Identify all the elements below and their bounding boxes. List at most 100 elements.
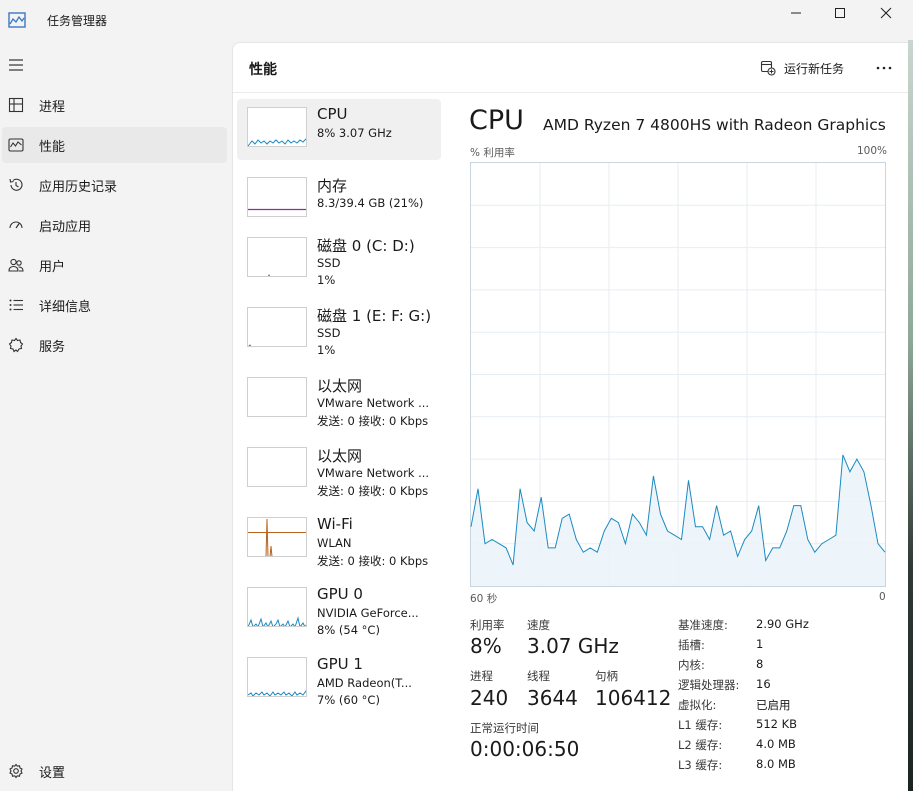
cpu-heading: CPU [469, 105, 524, 136]
device-name: 磁盘 1 (E: F: G:) [317, 307, 432, 325]
speed-value: 3.07 GHz [527, 634, 619, 658]
sidebar-item-startup[interactable]: 启动应用 [2, 207, 227, 243]
memory-thumbnail [247, 177, 307, 217]
spec-label: 内核: [678, 658, 705, 672]
device-adapter: WLAN [317, 536, 352, 550]
uptime-label: 正常运行时间 [470, 721, 539, 735]
x-axis-start-label: 60 秒 [470, 593, 498, 605]
sidebar-item-label: 用户 [39, 259, 66, 275]
device-ethernet-2[interactable]: 以太网 VMware Network ... 发送: 0 接收: 0 Kbps [237, 439, 441, 500]
cpu-model-name: AMD Ryzen 7 4800HS with Radeon Graphics [543, 116, 886, 134]
sidebar-item-label: 服务 [39, 339, 66, 355]
cpu-utilization-graph [470, 162, 886, 587]
users-icon [7, 256, 25, 274]
sidebar-item-app-history[interactable]: 应用历史记录 [2, 167, 227, 203]
disk-0-thumbnail [247, 237, 307, 277]
run-task-icon [760, 60, 776, 76]
sidebar-item-performance[interactable]: 性能 [2, 127, 227, 163]
panel-header: 性能 运行新任务 [233, 43, 913, 93]
gear-icon [7, 762, 25, 780]
startup-icon [7, 216, 25, 234]
device-memory[interactable]: 内存 8.3/39.4 GB (21%) [237, 169, 441, 230]
device-usage: 1% [317, 343, 336, 357]
spec-value: 已启用 [756, 698, 791, 712]
device-detail: 8.3/39.4 GB (21%) [317, 196, 424, 210]
spec-label: 逻辑处理器: [678, 678, 740, 692]
sidebar-item-settings[interactable]: 设置 [2, 753, 227, 789]
device-type: SSD [317, 256, 341, 270]
device-detail: 8% 3.07 GHz [317, 126, 392, 140]
device-model: NVIDIA GeForce... [317, 606, 419, 620]
minimize-icon [791, 12, 801, 14]
more-options-button[interactable] [871, 57, 897, 79]
sidebar-item-services[interactable]: 服务 [2, 327, 227, 363]
chart-icon [8, 12, 26, 28]
app-title: 任务管理器 [47, 14, 108, 28]
sidebar-item-label: 进程 [39, 99, 66, 115]
spec-value: 4.0 MB [756, 737, 796, 751]
spec-label: 插槽: [678, 638, 705, 652]
device-name: 以太网 [317, 447, 363, 465]
app-history-icon [7, 176, 25, 194]
run-new-task-button[interactable]: 运行新任务 [760, 57, 844, 79]
device-name: GPU 1 [317, 655, 363, 673]
more-icon [876, 66, 892, 70]
page-title: 性能 [249, 62, 277, 78]
device-wifi[interactable]: Wi-Fi WLAN 发送: 0 接收: 0 Kbps [237, 509, 441, 570]
device-name: Wi-Fi [317, 515, 353, 533]
device-gpu-0[interactable]: GPU 0 NVIDIA GeForce... 8% (54 °C) [237, 579, 441, 640]
spec-label: L2 缓存: [678, 738, 723, 752]
device-usage: 7% (60 °C) [317, 693, 380, 707]
sidebar-item-users[interactable]: 用户 [2, 247, 227, 283]
maximize-button[interactable] [817, 0, 863, 26]
device-cpu[interactable]: CPU 8% 3.07 GHz [237, 99, 441, 160]
spec-value: 2.90 GHz [756, 617, 809, 631]
device-model: AMD Radeon(T... [317, 676, 412, 690]
device-ethernet-1[interactable]: 以太网 VMware Network ... 发送: 0 接收: 0 Kbps [237, 369, 441, 430]
device-gpu-1[interactable]: GPU 1 AMD Radeon(T... 7% (60 °C) [237, 649, 441, 710]
spec-label: 基准速度: [678, 618, 728, 632]
ethernet-1-thumbnail [247, 377, 307, 417]
processes-value: 240 [470, 686, 509, 710]
details-icon [7, 296, 25, 314]
handles-value: 106412 [595, 686, 672, 710]
sidebar-item-label: 详细信息 [39, 299, 92, 315]
close-button[interactable] [863, 0, 909, 26]
device-name: GPU 0 [317, 585, 363, 603]
spec-label: 虚拟化: [678, 698, 717, 712]
performance-icon [7, 136, 25, 154]
sidebar-item-processes[interactable]: 进程 [2, 87, 227, 123]
cpu-thumbnail [247, 107, 307, 147]
hamburger-menu-icon[interactable] [8, 58, 24, 72]
device-name: 磁盘 0 (C: D:) [317, 237, 415, 255]
minimize-button[interactable] [773, 0, 819, 26]
services-icon [7, 336, 25, 354]
speed-label: 速度 [527, 618, 550, 632]
device-adapter: VMware Network ... [317, 396, 430, 410]
wifi-thumbnail [247, 517, 307, 557]
device-throughput: 发送: 0 接收: 0 Kbps [317, 554, 429, 568]
sidebar-item-details[interactable]: 详细信息 [2, 287, 227, 323]
settings-label: 设置 [39, 765, 66, 781]
device-disk-1[interactable]: 磁盘 1 (E: F: G:) SSD 1% [237, 299, 441, 360]
desktop-edge [908, 40, 913, 791]
y-axis-label: % 利用率 [470, 147, 515, 159]
run-task-label: 运行新任务 [784, 61, 845, 76]
device-throughput: 发送: 0 接收: 0 Kbps [317, 414, 429, 428]
device-type: SSD [317, 326, 341, 340]
sidebar-item-label: 启动应用 [39, 219, 92, 235]
spec-value: 1 [756, 637, 764, 651]
threads-value: 3644 [527, 686, 578, 710]
utilization-value: 8% [470, 634, 502, 658]
device-name: 以太网 [317, 377, 363, 395]
processes-label: 进程 [470, 669, 493, 683]
processes-icon [7, 96, 25, 114]
y-axis-max-label: 100% [857, 145, 888, 157]
ethernet-2-thumbnail [247, 447, 307, 487]
device-disk-0[interactable]: 磁盘 0 (C: D:) SSD 1% [237, 229, 441, 290]
device-adapter: VMware Network ... [317, 466, 430, 480]
gpu-1-thumbnail [247, 657, 307, 697]
close-icon [880, 7, 892, 19]
spec-label: L1 缓存: [678, 718, 723, 732]
disk-1-thumbnail [247, 307, 307, 347]
